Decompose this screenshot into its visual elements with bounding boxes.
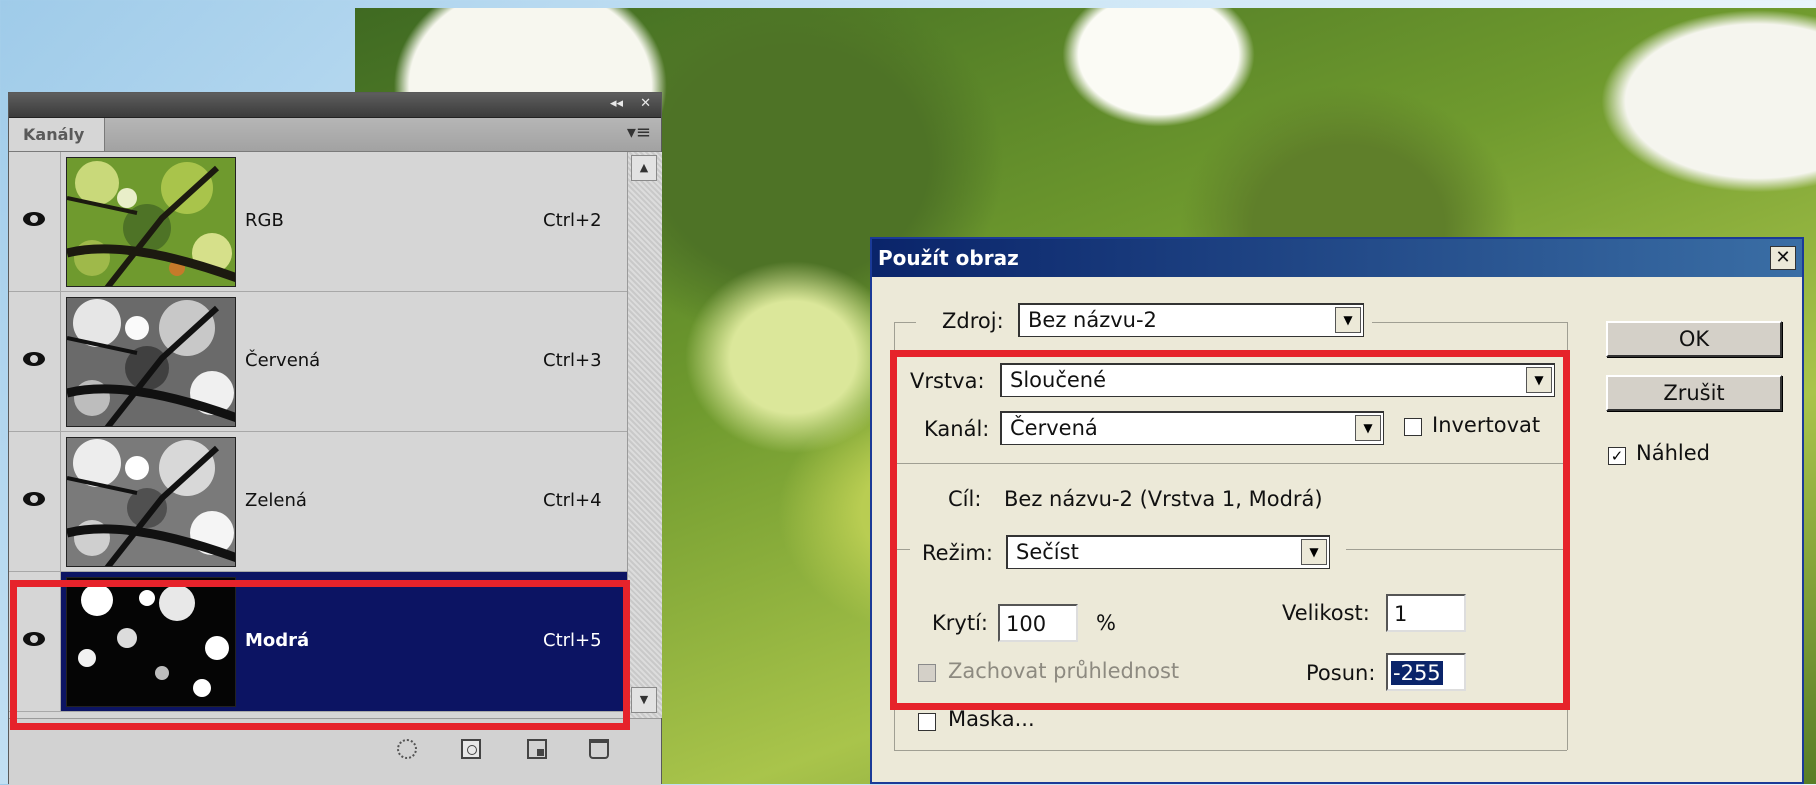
blending-value: Sečíst xyxy=(1016,540,1079,564)
channel-thumbnail xyxy=(66,577,236,707)
target-value: Bez názvu-2 (Vrstva 1, Modrá) xyxy=(1004,487,1323,511)
channel-row-blue[interactable]: Modrá Ctrl+5 xyxy=(9,572,627,712)
offset-label: Posun: xyxy=(1306,661,1376,685)
preserve-transparency-label: Zachovat průhlednost xyxy=(948,659,1180,683)
channel-thumbnail xyxy=(66,297,236,427)
channel-list: RGB Ctrl+2 Červená Ctrl+3 Zelená Ctrl+4 … xyxy=(9,152,627,714)
mask-label: Maska... xyxy=(948,707,1035,731)
group-frame xyxy=(1372,322,1567,323)
dialog-title: Použít obraz xyxy=(878,246,1019,270)
channel-dropdown[interactable]: Červená ▼ xyxy=(1000,411,1384,445)
scale-field[interactable]: 1 xyxy=(1386,594,1466,632)
group-frame xyxy=(894,750,1567,751)
group-frame xyxy=(894,322,916,323)
visibility-toggle[interactable] xyxy=(9,152,61,291)
chevron-down-icon: ▼ xyxy=(1526,367,1552,393)
divider xyxy=(894,463,1567,464)
channel-shortcut: Ctrl+5 xyxy=(543,630,602,651)
panel-title-bar: ◂◂ ✕ xyxy=(9,93,661,118)
eye-icon xyxy=(23,212,45,226)
chevron-down-icon: ▼ xyxy=(1301,539,1327,565)
blending-label: Režim: xyxy=(922,541,993,565)
channel-row-green[interactable]: Zelená Ctrl+4 xyxy=(9,432,627,572)
invert-label: Invertovat xyxy=(1432,413,1541,437)
mask-checkbox[interactable] xyxy=(918,713,936,731)
save-selection-icon[interactable] xyxy=(461,739,481,759)
ok-button[interactable]: OK xyxy=(1606,321,1782,357)
layer-dropdown[interactable]: Sloučené ▼ xyxy=(1000,363,1555,397)
preview-checkbox[interactable]: ✓ xyxy=(1608,447,1626,465)
panel-bottom-bar xyxy=(9,718,661,785)
opacity-label: Krytí: xyxy=(932,611,988,635)
eye-icon xyxy=(23,492,45,506)
channel-shortcut: Ctrl+3 xyxy=(543,350,602,371)
divider xyxy=(894,549,910,550)
source-value: Bez názvu-2 xyxy=(1028,308,1157,332)
load-channel-selection-icon[interactable] xyxy=(397,739,417,759)
scroll-down-icon[interactable]: ▼ xyxy=(631,687,657,713)
source-dropdown[interactable]: Bez názvu-2 ▼ xyxy=(1018,303,1364,337)
eye-icon xyxy=(23,352,45,366)
channels-panel: ◂◂ ✕ Kanály ▾≡ RGB Ctrl+2 Červená Ctrl+3… xyxy=(8,92,662,785)
opacity-value: 100 xyxy=(1006,612,1047,636)
channel-name: Červená xyxy=(245,350,321,371)
panel-menu-icon[interactable]: ▾≡ xyxy=(627,122,651,143)
channel-row-rgb[interactable]: RGB Ctrl+2 xyxy=(9,152,627,292)
collapse-panel-icon[interactable]: ◂◂ xyxy=(610,96,623,111)
channel-name: Zelená xyxy=(245,490,307,511)
scale-value: 1 xyxy=(1394,602,1408,626)
visibility-toggle[interactable] xyxy=(9,572,61,711)
close-icon[interactable]: ✕ xyxy=(1770,246,1796,270)
trash-icon[interactable] xyxy=(589,739,609,759)
close-panel-icon[interactable]: ✕ xyxy=(640,96,651,111)
channel-shortcut: Ctrl+4 xyxy=(543,490,602,511)
target-label: Cíl: xyxy=(948,487,982,511)
panel-tab-bar: Kanály ▾≡ xyxy=(9,118,661,152)
tab-channels[interactable]: Kanály xyxy=(9,118,105,151)
group-frame xyxy=(894,322,895,750)
chevron-down-icon: ▼ xyxy=(1335,307,1361,333)
blending-dropdown[interactable]: Sečíst ▼ xyxy=(1006,535,1330,569)
offset-field[interactable]: -255 xyxy=(1386,653,1466,691)
visibility-toggle[interactable] xyxy=(9,432,61,571)
panel-scrollbar[interactable]: ▲ ▼ xyxy=(627,152,662,718)
divider xyxy=(1346,549,1567,550)
preserve-transparency-checkbox[interactable] xyxy=(918,664,936,682)
new-channel-icon[interactable] xyxy=(527,739,547,759)
cancel-button[interactable]: Zrušit xyxy=(1606,375,1782,411)
source-label: Zdroj: xyxy=(942,309,1004,333)
channel-label: Kanál: xyxy=(924,417,990,441)
opacity-field[interactable]: 100 xyxy=(998,604,1078,642)
channel-name: Modrá xyxy=(245,630,310,651)
channel-thumbnail xyxy=(66,157,236,287)
channel-value: Červená xyxy=(1010,416,1098,440)
layer-value: Sloučené xyxy=(1010,368,1107,392)
scroll-up-icon[interactable]: ▲ xyxy=(631,155,657,181)
channel-thumbnail xyxy=(66,437,236,567)
dialog-title-bar: Použít obraz ✕ xyxy=(872,239,1802,277)
visibility-toggle[interactable] xyxy=(9,292,61,431)
channel-name: RGB xyxy=(245,210,284,231)
channel-row-red[interactable]: Červená Ctrl+3 xyxy=(9,292,627,432)
scale-label: Velikost: xyxy=(1282,601,1370,625)
chevron-down-icon: ▼ xyxy=(1355,415,1381,441)
group-frame xyxy=(1567,322,1568,750)
opacity-unit: % xyxy=(1096,611,1116,635)
preview-label: Náhled xyxy=(1636,441,1710,465)
offset-value: -255 xyxy=(1391,661,1443,685)
eye-icon xyxy=(23,632,45,646)
apply-image-dialog: Použít obraz ✕ Zdroj: Bez názvu-2 ▼ Vrst… xyxy=(870,237,1804,784)
layer-label: Vrstva: xyxy=(910,369,985,393)
invert-checkbox[interactable] xyxy=(1404,418,1422,436)
channel-shortcut: Ctrl+2 xyxy=(543,210,602,231)
